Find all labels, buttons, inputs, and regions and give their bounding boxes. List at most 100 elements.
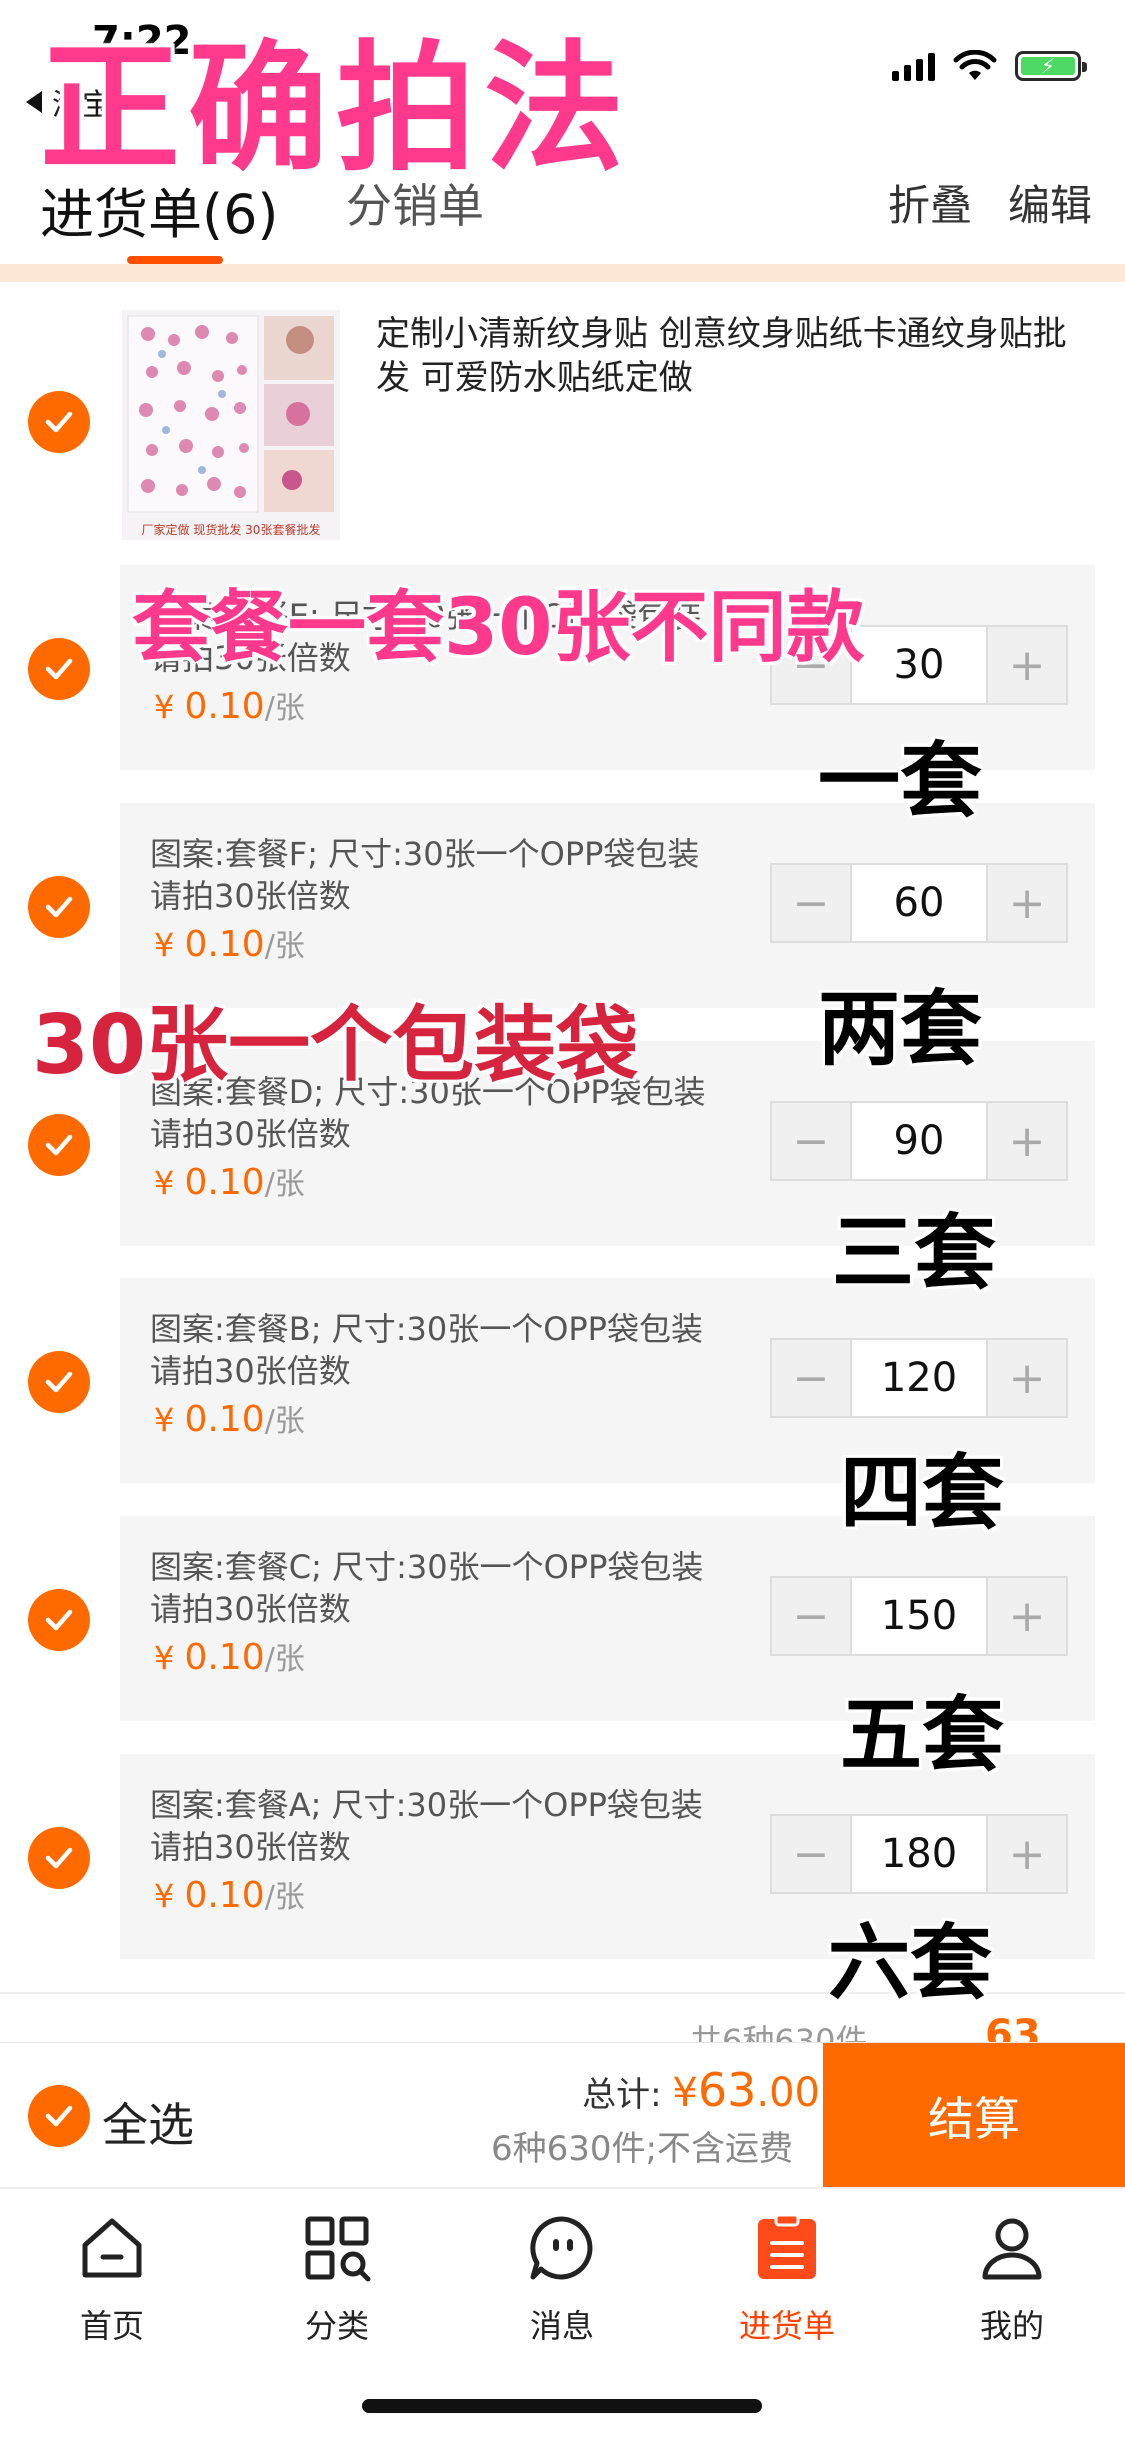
sku-checkbox[interactable] — [28, 1827, 90, 1889]
profile-icon — [982, 2218, 1042, 2280]
checkmark-icon — [45, 1371, 73, 1393]
nav-home-label: 首页 — [79, 2307, 144, 2345]
decrease-button[interactable]: − — [772, 1578, 850, 1654]
quantity-input[interactable]: 30 — [850, 627, 988, 703]
quantity-input[interactable]: 60 — [850, 865, 988, 941]
nav-home[interactable]: 首页 — [37, 2213, 187, 2347]
nav-category-label: 分类 — [304, 2307, 369, 2345]
sku-currency: ¥ — [154, 1639, 175, 1677]
sku-currency: ¥ — [154, 1877, 175, 1915]
total-summary: 6种630件;不含运费 — [491, 2129, 793, 2169]
set-label-4: 四套 — [840, 1446, 1005, 1541]
sku-checkbox[interactable] — [28, 638, 90, 700]
checkout-button[interactable]: 结算 — [823, 2043, 1125, 2188]
select-all-label[interactable]: 全选 — [102, 2089, 194, 2155]
sku-price-unit: /张 — [264, 1167, 305, 1202]
sku-price-unit: /张 — [264, 1642, 305, 1677]
sku-checkbox[interactable] — [28, 1351, 90, 1413]
cart-list-icon — [758, 2213, 816, 2279]
sku-checkbox[interactable] — [28, 876, 90, 938]
sku-currency: ¥ — [154, 1401, 175, 1439]
nav-category[interactable]: 分类 — [262, 2213, 412, 2347]
nav-message[interactable]: 消息 — [487, 2213, 637, 2347]
checkmark-icon — [45, 411, 73, 433]
sku-price: ¥ 0.10/张 — [154, 683, 305, 727]
decrease-button[interactable]: − — [772, 865, 850, 941]
checkmark-icon — [45, 1847, 73, 1869]
set-label-6: 六套 — [828, 1916, 993, 2011]
set-label-2: 两套 — [818, 982, 983, 1077]
sku-unit-price: 0.10 — [184, 924, 265, 965]
category-icon — [305, 2216, 371, 2282]
increase-button[interactable]: + — [988, 1103, 1066, 1179]
sku-description: 图案:套餐C; 尺寸:30张一个OPP袋包装 请拍30张倍数 — [150, 1548, 704, 1628]
sku-currency: ¥ — [154, 688, 175, 726]
overlay-bag-note: 30张一个包装袋 — [32, 998, 639, 1093]
partial-amount: 63 — [985, 2012, 1041, 2042]
sku-unit-price: 0.10 — [184, 1637, 265, 1678]
quantity-stepper: −60 + — [770, 863, 1068, 943]
increase-button[interactable]: + — [988, 1816, 1066, 1892]
sku-description: 图案:套餐B; 尺寸:30张一个OPP袋包装 请拍30张倍数 — [150, 1310, 703, 1390]
select-all-checkbox[interactable] — [28, 2085, 90, 2147]
quantity-input[interactable]: 150 — [850, 1578, 988, 1654]
sku-description: 图案:套餐F; 尺寸:30张一个OPP袋包装 请拍30张倍数 — [150, 835, 700, 915]
set-label-1: 一套 — [818, 734, 983, 829]
nav-profile[interactable]: 我的 — [937, 2213, 1087, 2347]
increase-button[interactable]: + — [988, 1340, 1066, 1416]
quantity-input[interactable]: 180 — [850, 1816, 988, 1892]
home-indicator — [362, 2399, 762, 2413]
decrease-button[interactable]: − — [772, 1340, 850, 1416]
battery-icon: ⚡ — [1015, 51, 1087, 81]
quantity-stepper: −150 + — [770, 1576, 1068, 1656]
nav-purchase-list[interactable]: 进货单 — [712, 2213, 862, 2347]
quantity-stepper: −180 + — [770, 1814, 1068, 1894]
signal-icon — [892, 51, 935, 81]
sku-price-unit: /张 — [264, 929, 305, 964]
sku-price: ¥ 0.10/张 — [154, 1159, 305, 1203]
sku-unit-price: 0.10 — [184, 1162, 265, 1203]
checkmark-icon — [45, 1609, 73, 1631]
checkmark-icon — [45, 1134, 73, 1156]
sku-unit-price: 0.10 — [184, 1875, 265, 1916]
decrease-button[interactable]: − — [772, 1103, 850, 1179]
quantity-input[interactable]: 90 — [850, 1103, 988, 1179]
checkout-bar: 全选 总计: ¥63.00 6种630件;不含运费 结算 — [0, 2042, 1125, 2188]
checkmark-icon — [45, 658, 73, 680]
total-currency: ¥ — [672, 2070, 698, 2116]
sku-price-unit: /张 — [264, 1404, 305, 1439]
quantity-stepper: −90 + — [770, 1101, 1068, 1181]
sku-price: ¥ 0.10/张 — [154, 1634, 305, 1678]
sku-checkbox[interactable] — [28, 1114, 90, 1176]
product-checkbox[interactable] — [28, 391, 90, 453]
overlay-set-note: 套餐一套30张不同款 — [132, 583, 865, 673]
sku-currency: ¥ — [154, 1164, 175, 1202]
sku-checkbox[interactable] — [28, 1589, 90, 1651]
product-title[interactable]: 定制小清新纹身贴 创意纹身贴纸卡通纹身贴批发 可爱防水贴纸定做 — [376, 312, 1096, 400]
overlay-title: 正确拍法 — [40, 28, 633, 191]
nav-profile-label: 我的 — [979, 2307, 1044, 2345]
sku-unit-price: 0.10 — [184, 1399, 265, 1440]
set-label-5: 五套 — [840, 1688, 1005, 1783]
total-dec: .00 — [756, 2070, 820, 2116]
increase-button[interactable]: + — [988, 865, 1066, 941]
decrease-button[interactable]: − — [772, 1816, 850, 1892]
fold-button[interactable]: 折叠 — [888, 172, 972, 233]
checkmark-icon — [45, 2105, 73, 2127]
header-divider-band — [0, 264, 1125, 282]
nav-message-label: 消息 — [529, 2307, 594, 2345]
total-price: 总计: ¥63.00 — [582, 2063, 820, 2117]
increase-button[interactable]: + — [988, 627, 1066, 703]
partial-count: 共6种630件 — [690, 2022, 868, 2042]
set-label-3: 三套 — [832, 1206, 997, 1301]
active-tab-indicator — [127, 256, 223, 264]
total-int: 63 — [697, 2063, 757, 2117]
checkmark-icon — [45, 896, 73, 918]
sku-price-unit: /张 — [264, 1880, 305, 1915]
quantity-input[interactable]: 120 — [850, 1340, 988, 1416]
product-thumbnail[interactable]: 厂家定做 现货批发 30张套餐批发 — [122, 310, 340, 540]
sku-price: ¥ 0.10/张 — [154, 921, 305, 965]
quantity-stepper: −120 + — [770, 1338, 1068, 1418]
increase-button[interactable]: + — [988, 1578, 1066, 1654]
edit-button[interactable]: 编辑 — [1008, 172, 1092, 233]
